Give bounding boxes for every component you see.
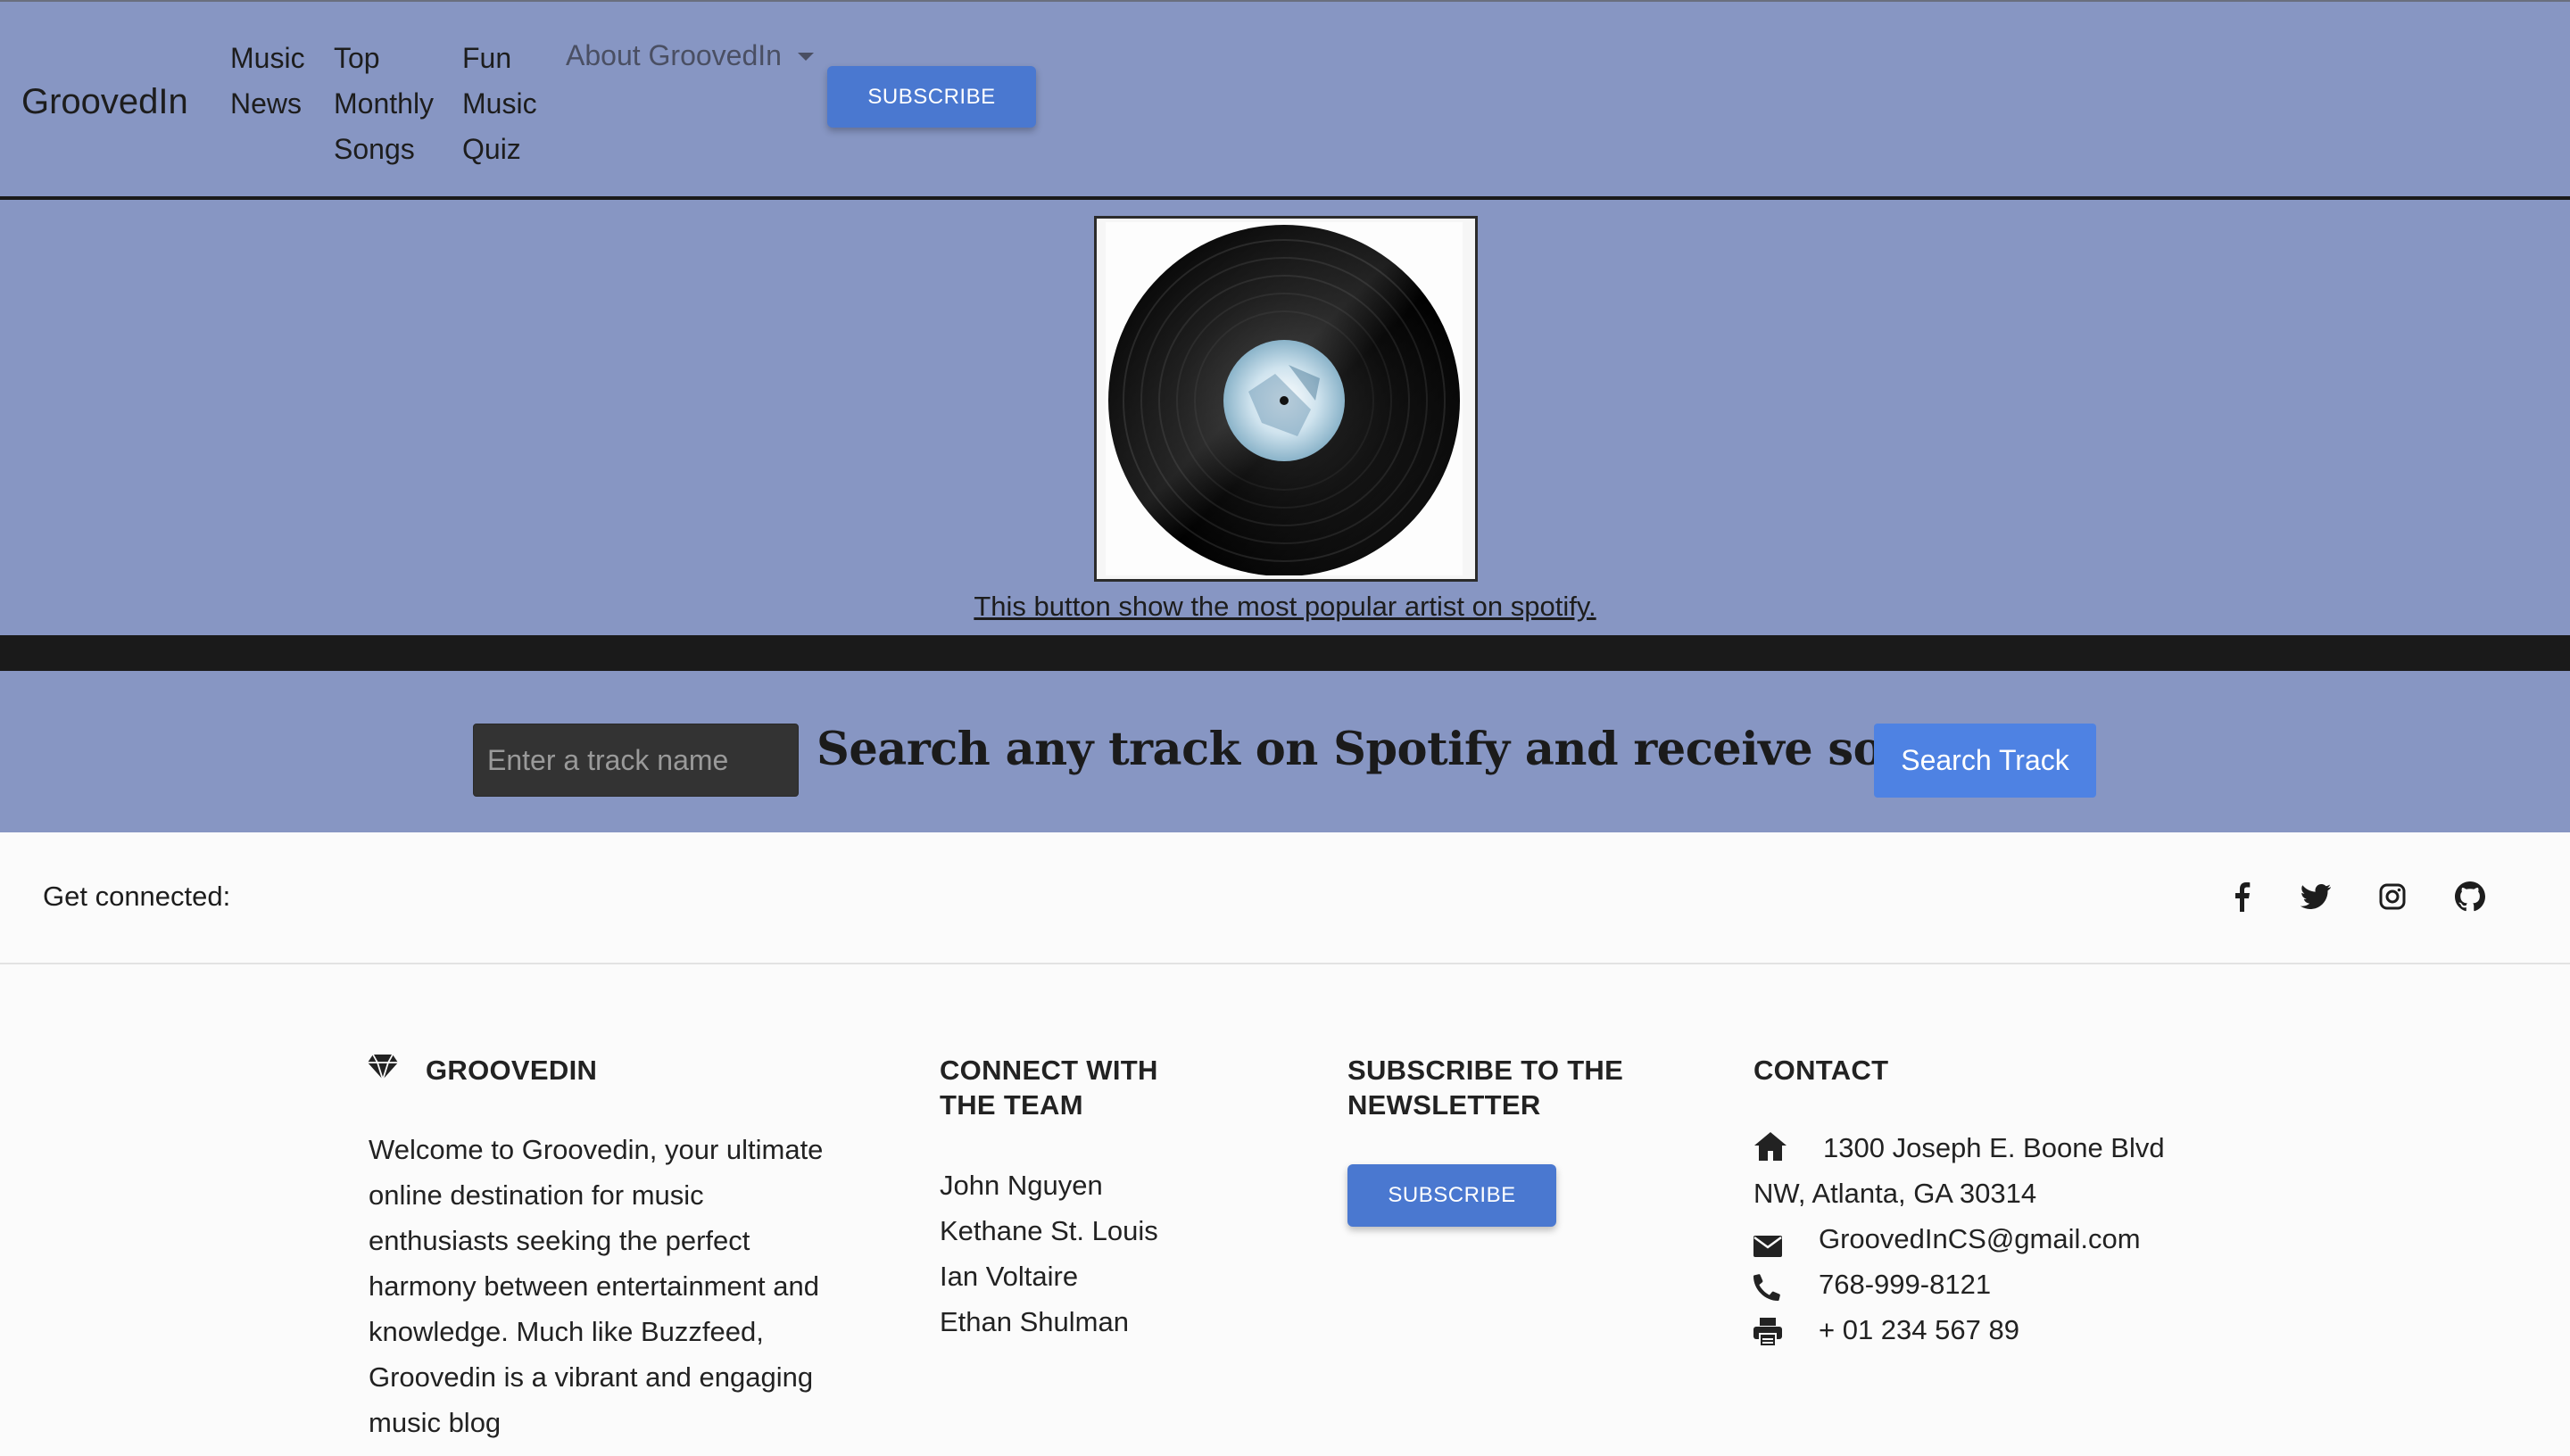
nav-item-fun-music-quiz-line1: Fun (462, 42, 512, 74)
footer-about-text: Welcome to Groovedin, your ultimate onli… (369, 1134, 824, 1438)
footer-newsletter-title-line1: SUBSCRIBE TO THE (1347, 1055, 1624, 1086)
contact-address-line1: 1300 Joseph E. Boone Blvd (1823, 1132, 2165, 1163)
nav-item-fun-music-quiz[interactable]: Fun Music Quiz (462, 36, 537, 172)
footer: GROOVEDIN Welcome to Groovedin, your ult… (0, 964, 2570, 1456)
nav-item-music-news[interactable]: Music News (230, 36, 305, 127)
section-divider (0, 635, 2570, 671)
navbar: GroovedIn Music News Top Monthly Songs F… (0, 0, 2570, 200)
nav-item-top-monthly-songs-line3: Songs (334, 133, 415, 165)
team-member[interactable]: Ian Voltaire (940, 1253, 1158, 1299)
contact-email-text: GroovedInCS@gmail.com (1819, 1223, 2141, 1254)
nav-item-music-news-line2: News (230, 87, 303, 120)
footer-newsletter-title-line2: NEWSLETTER (1347, 1089, 1541, 1121)
vinyl-record-button[interactable] (1094, 216, 1478, 582)
nav-dropdown-about-label: About GroovedIn (566, 39, 782, 71)
footer-team-title: CONNECT WITH THE TEAM (940, 1053, 1158, 1122)
search-section: Search any track on Spotify and receive … (0, 671, 2570, 832)
search-track-button[interactable]: Search Track (1874, 724, 2096, 798)
team-member[interactable]: Kethane St. Louis (940, 1208, 1158, 1253)
chevron-down-icon (797, 52, 814, 61)
contact-address: 1300 Joseph E. Boone Blvd NW, Atlanta, G… (1753, 1125, 2218, 1216)
footer-team-title-line2: THE TEAM (940, 1089, 1083, 1121)
nav-item-fun-music-quiz-line3: Quiz (462, 133, 521, 165)
contact-address-line2: NW, Atlanta, GA 30314 (1753, 1178, 2037, 1209)
brand-logo[interactable]: GroovedIn (21, 82, 188, 122)
team-member[interactable]: Ethan Shulman (940, 1299, 1158, 1344)
subscribe-button-footer[interactable]: SUBSCRIBE (1347, 1164, 1556, 1227)
github-icon[interactable] (2452, 879, 2488, 914)
footer-contact-title: CONTACT (1753, 1055, 1889, 1086)
footer-team-title-line1: CONNECT WITH (940, 1055, 1158, 1086)
footer-about-title: GROOVEDIN (426, 1055, 598, 1086)
nav-item-music-news-line1: Music (230, 42, 305, 74)
contact-email[interactable]: GroovedInCS@gmail.com (1753, 1216, 2141, 1262)
instagram-icon[interactable] (2375, 879, 2410, 914)
nav-item-fun-music-quiz-line2: Music (462, 87, 537, 120)
track-search-input[interactable] (473, 724, 799, 797)
get-connected-label: Get connected: (43, 881, 231, 912)
team-member[interactable]: John Nguyen (940, 1162, 1158, 1208)
print-icon (1753, 1314, 1787, 1348)
connect-bar: Get connected: (0, 832, 2570, 964)
nav-item-top-monthly-songs-line2: Monthly (334, 87, 435, 120)
nav-dropdown-about[interactable]: About GroovedIn (566, 36, 814, 75)
gem-icon (368, 1054, 398, 1084)
contact-fax-text: + 01 234 567 89 (1819, 1314, 2019, 1345)
team-list: John Nguyen Kethane St. Louis Ian Voltai… (940, 1162, 1158, 1344)
contact-phone-text: 768-999-8121 (1819, 1269, 1992, 1300)
vinyl-record-icon (1106, 222, 1463, 576)
nav-item-top-monthly-songs[interactable]: Top Monthly Songs (334, 36, 434, 172)
home-icon (1753, 1129, 1787, 1163)
facebook-icon[interactable] (2224, 879, 2259, 914)
phone-icon (1753, 1269, 1787, 1303)
contact-fax: + 01 234 567 89 (1753, 1307, 2019, 1353)
twitter-icon[interactable] (2298, 879, 2334, 914)
hero-section: This button show the most popular artist… (0, 200, 2570, 635)
contact-phone[interactable]: 768-999-8121 (1753, 1262, 1991, 1307)
footer-newsletter-title: SUBSCRIBE TO THE NEWSLETTER (1347, 1053, 1623, 1122)
nav-item-top-monthly-songs-line1: Top (334, 42, 380, 74)
subscribe-button-nav[interactable]: SUBSCRIBE (827, 66, 1036, 128)
popular-artist-link[interactable]: This button show the most popular artist… (0, 591, 2570, 623)
envelope-icon (1753, 1225, 1787, 1259)
